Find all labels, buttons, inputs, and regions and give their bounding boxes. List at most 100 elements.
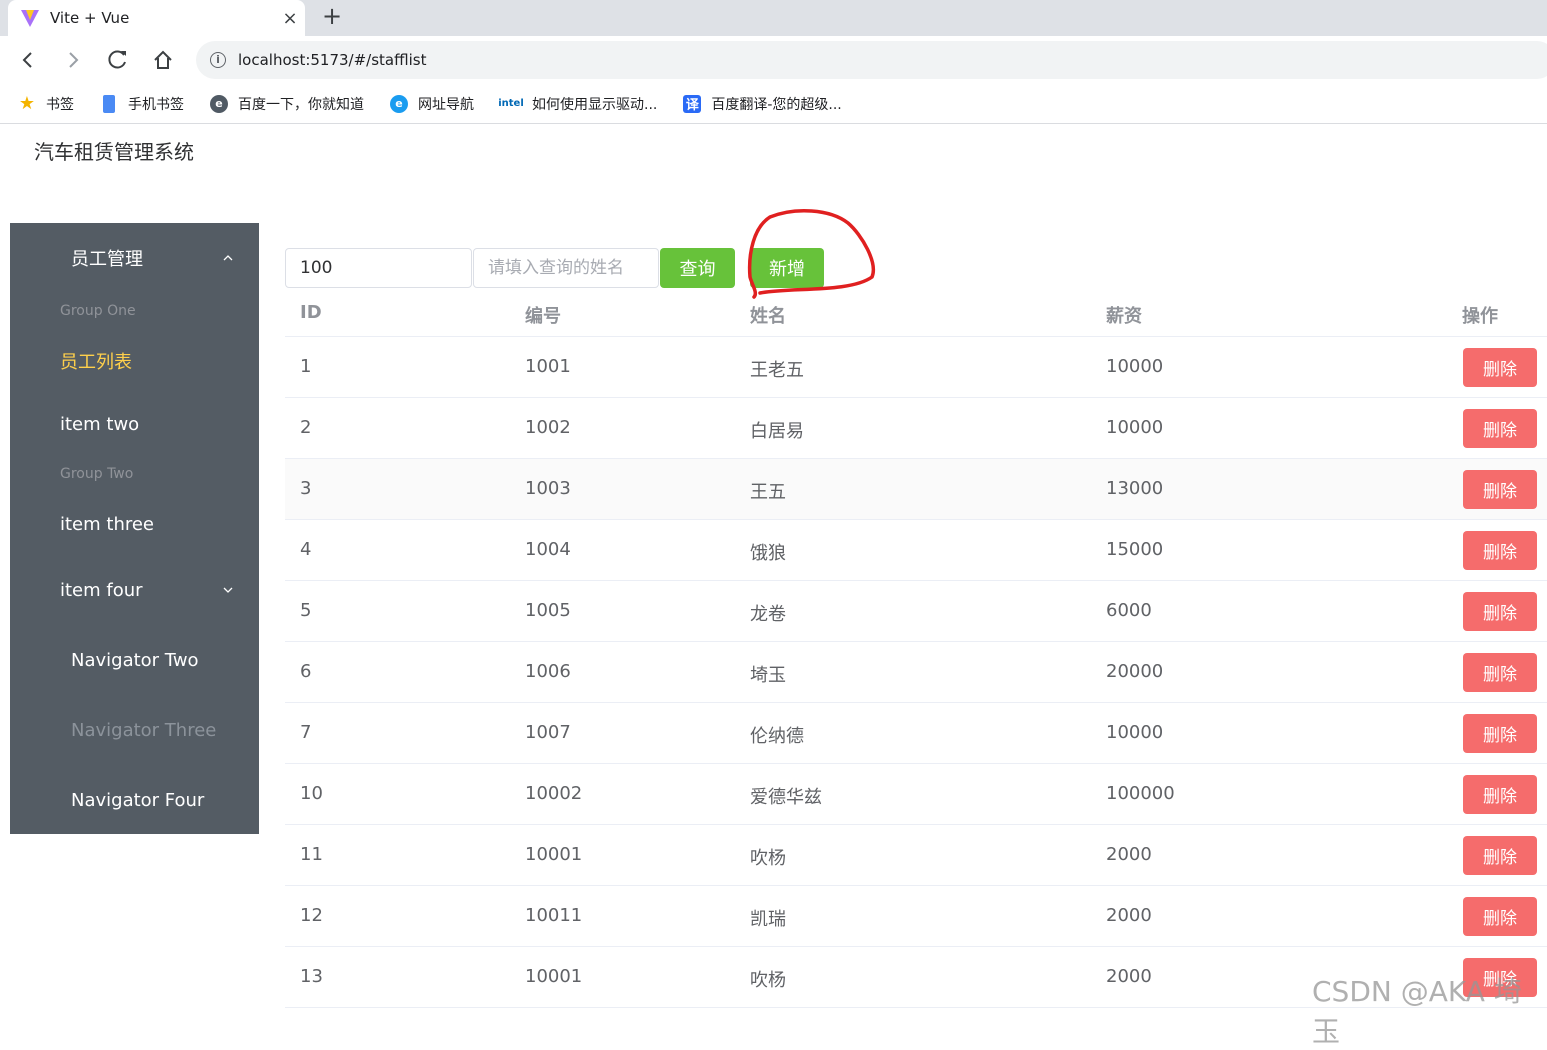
url-field[interactable]: i localhost:5173/#/stafflist	[196, 41, 1547, 79]
header-name: 姓名	[750, 306, 786, 327]
cell-code: 10001	[525, 966, 583, 987]
bookmark-label: 百度翻译-您的超级...	[711, 96, 842, 113]
table-row: 7 1007 伦纳德 10000 删除	[285, 703, 1547, 764]
sidebar-item-staff-list[interactable]: 员工列表	[10, 337, 259, 385]
phone-icon	[103, 94, 115, 113]
header-code: 编号	[525, 306, 561, 327]
bookmark-item[interactable]: 译 百度翻译-您的超级...	[683, 94, 842, 114]
cell-name: 王老五	[750, 360, 804, 381]
cell-id: 12	[300, 905, 323, 926]
cell-code: 1003	[525, 478, 571, 499]
cell-salary: 2000	[1106, 844, 1152, 865]
table-row: 1 1001 王老五 10000 删除	[285, 337, 1547, 398]
url-text: localhost:5173/#/stafflist	[238, 51, 427, 69]
cell-code: 1007	[525, 722, 571, 743]
tab-close-icon[interactable]: ×	[275, 8, 305, 29]
sidebar-item-label: Navigator Two	[71, 649, 199, 671]
submenu-item-four[interactable]: item four	[10, 566, 259, 614]
bookmark-label: 百度一下，你就知道	[238, 96, 364, 113]
cell-id: 2	[300, 417, 312, 438]
sidebar-item-label: Navigator Four	[71, 789, 205, 811]
cell-salary: 10000	[1106, 417, 1164, 438]
bookmark-label: 手机书签	[128, 96, 184, 113]
bookmark-item[interactable]: 手机书签	[100, 94, 184, 114]
delete-button[interactable]: 删除	[1463, 348, 1537, 387]
delete-button[interactable]: 删除	[1463, 409, 1537, 448]
bookmark-item[interactable]: e 百度一下，你就知道	[210, 94, 364, 114]
intel-icon: intel	[498, 98, 524, 109]
group-title-two: Group Two	[60, 466, 134, 482]
cell-code: 1005	[525, 600, 571, 621]
delete-button[interactable]: 删除	[1463, 714, 1537, 753]
chevron-down-icon	[223, 587, 233, 593]
chevron-up-icon	[223, 255, 233, 261]
cell-name: 吹杨	[750, 970, 786, 991]
sidebar-item-label: item four	[60, 579, 143, 601]
tab-title: Vite + Vue	[50, 9, 130, 27]
cell-salary: 10000	[1106, 356, 1164, 377]
staff-table: ID 编号 姓名 薪资 操作 1 1001 王老五 10000 删除 2 1002 白居易 10…	[285, 290, 1547, 1008]
query-button[interactable]: 查询	[660, 248, 735, 288]
table-header: ID 编号 姓名 薪资 操作	[285, 290, 1547, 337]
home-icon[interactable]	[149, 46, 177, 74]
group-title-one: Group One	[60, 303, 136, 319]
delete-button[interactable]: 删除	[1463, 775, 1537, 814]
sidebar-menu: 员工管理 Group One 员工列表 item two Group Two i…	[10, 223, 259, 834]
cell-code: 10002	[525, 783, 583, 804]
submenu-employee-management[interactable]: 员工管理	[10, 235, 259, 281]
forward-icon[interactable]	[59, 46, 87, 74]
browser-tab[interactable]: Vite + Vue ×	[8, 0, 305, 36]
delete-button[interactable]: 删除	[1463, 653, 1537, 692]
ie-icon: e	[390, 94, 408, 113]
sidebar-navigator-four[interactable]: Navigator Four	[10, 776, 259, 824]
header-salary: 薪资	[1106, 306, 1142, 327]
id-search-input[interactable]	[285, 248, 472, 288]
e-icon: e	[210, 94, 228, 113]
sidebar-navigator-two[interactable]: Navigator Two	[10, 636, 259, 684]
delete-button[interactable]: 删除	[1463, 531, 1537, 570]
cell-code: 1001	[525, 356, 571, 377]
bookmark-label: 网址导航	[418, 96, 474, 113]
delete-button[interactable]: 删除	[1463, 897, 1537, 936]
vite-logo-icon	[21, 10, 39, 27]
address-bar: i localhost:5173/#/stafflist	[0, 36, 1547, 84]
bookmark-item[interactable]: e 网址导航	[390, 94, 474, 114]
cell-salary: 15000	[1106, 539, 1164, 560]
sidebar-item-three[interactable]: item three	[10, 500, 259, 548]
cell-code: 1004	[525, 539, 571, 560]
name-search-input[interactable]	[473, 248, 659, 288]
cell-id: 11	[300, 844, 323, 865]
cell-name: 伦纳德	[750, 726, 804, 747]
cell-code: 1006	[525, 661, 571, 682]
bookmark-label: 如何使用显示驱动...	[532, 96, 658, 113]
header-actions: 操作	[1462, 306, 1498, 327]
watermark: CSDN @AKA 埼玉	[1312, 975, 1522, 1048]
cell-id: 10	[300, 783, 323, 804]
cell-id: 4	[300, 539, 312, 560]
bookmark-item[interactable]: intel 如何使用显示驱动...	[498, 94, 658, 114]
back-icon[interactable]	[14, 46, 42, 74]
sidebar-item-label: 员工列表	[60, 352, 132, 373]
cell-id: 1	[300, 356, 312, 377]
table-row: 12 10011 凯瑞 2000 删除	[285, 886, 1547, 947]
annotation-circle-icon	[747, 209, 875, 299]
table-row: 2 1002 白居易 10000 删除	[285, 398, 1547, 459]
cell-name: 白居易	[750, 421, 804, 442]
delete-button[interactable]: 删除	[1463, 470, 1537, 509]
sidebar-item-two[interactable]: item two	[10, 400, 259, 448]
reload-icon[interactable]	[104, 46, 132, 74]
translate-icon: 译	[683, 94, 702, 113]
table-row: 6 1006 埼玉 20000 删除	[285, 642, 1547, 703]
delete-button[interactable]: 删除	[1463, 836, 1537, 875]
delete-button[interactable]: 删除	[1463, 592, 1537, 631]
new-tab-button[interactable]: +	[318, 3, 346, 31]
table-row: 3 1003 王五 13000 删除	[285, 459, 1547, 520]
header-id: ID	[300, 302, 322, 323]
sidebar-item-label: item three	[60, 513, 155, 535]
cell-id: 3	[300, 478, 312, 499]
cell-name: 爱德华兹	[750, 787, 822, 808]
bookmark-item[interactable]: ★ 书签	[18, 93, 74, 114]
app-title: 汽车租赁管理系统	[34, 140, 194, 164]
info-icon[interactable]: i	[210, 52, 226, 68]
cell-id: 7	[300, 722, 312, 743]
